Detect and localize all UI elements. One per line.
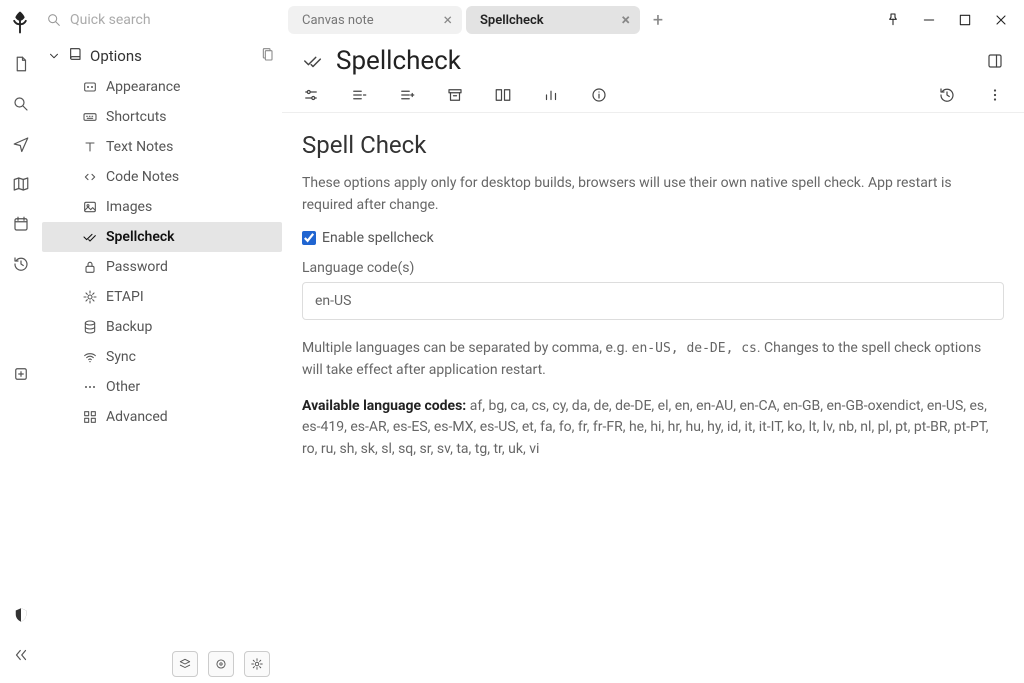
tree-item-images[interactable]: Images	[42, 192, 282, 222]
tree-item-label: Other	[106, 379, 140, 395]
book-open-icon[interactable]	[494, 86, 512, 104]
layers-icon[interactable]	[172, 651, 198, 677]
tree-item-backup[interactable]: Backup	[42, 312, 282, 342]
window-controls	[884, 11, 1024, 29]
tree-item-label: Password	[106, 259, 168, 275]
lock-icon	[82, 259, 98, 275]
tree-children: Appearance Shortcuts Text Notes Code Not…	[42, 72, 282, 432]
close-icon[interactable]: ×	[443, 12, 452, 28]
tree-item-label: Code Notes	[106, 169, 179, 185]
tab-bar: Canvas note × Spellcheck × +	[282, 0, 1024, 40]
history-icon[interactable]	[938, 86, 956, 104]
help-text: Multiple languages can be separated by c…	[302, 338, 1004, 381]
tree-parent-label: Options	[90, 47, 256, 65]
split-view-icon[interactable]	[986, 52, 1004, 70]
sliders-icon[interactable]	[302, 86, 320, 104]
add-tab-button[interactable]: +	[644, 10, 672, 31]
chart-icon[interactable]	[542, 86, 560, 104]
minimize-icon[interactable]	[920, 11, 938, 29]
sidebar-footer	[42, 645, 282, 683]
dots-icon	[82, 379, 98, 395]
info-icon[interactable]	[590, 86, 608, 104]
double-check-icon	[302, 50, 324, 72]
tree-parent-options[interactable]: Options	[42, 40, 260, 72]
language-codes-input[interactable]	[302, 282, 1004, 320]
create-child-note-icon[interactable]	[260, 46, 282, 66]
tree-item-etapi[interactable]: ETAPI	[42, 282, 282, 312]
tree-item-shortcuts[interactable]: Shortcuts	[42, 102, 282, 132]
list-minus-icon[interactable]	[350, 86, 368, 104]
tree-item-sync[interactable]: Sync	[42, 342, 282, 372]
text-icon	[82, 139, 98, 155]
archive-icon[interactable]	[446, 86, 464, 104]
grid-icon	[82, 409, 98, 425]
intro-text: These options apply only for desktop bui…	[302, 173, 1004, 216]
tab-spellcheck[interactable]: Spellcheck ×	[466, 6, 640, 34]
tree-item-label: Images	[106, 199, 152, 215]
chevron-down-icon	[46, 49, 62, 63]
search-input[interactable]	[70, 12, 272, 28]
note-toolbar	[282, 76, 1024, 113]
content: Spell Check These options apply only for…	[282, 113, 1024, 493]
tree-item-label: Text Notes	[106, 139, 173, 155]
tree-item-label: Spellcheck	[106, 229, 175, 245]
tree-item-text-notes[interactable]: Text Notes	[42, 132, 282, 162]
history-icon[interactable]	[1, 244, 41, 284]
image-icon	[82, 199, 98, 215]
sidebar: Options Appearance Shortcuts Text Notes …	[42, 0, 282, 683]
title-row: Spellcheck	[282, 40, 1024, 76]
plugins-icon[interactable]	[1, 354, 41, 394]
tree-item-password[interactable]: Password	[42, 252, 282, 282]
wifi-icon	[82, 349, 98, 365]
close-icon[interactable]: ×	[622, 12, 631, 28]
section-heading: Spell Check	[302, 131, 1004, 159]
search-icon[interactable]	[1, 84, 41, 124]
tree-item-label: Sync	[106, 349, 136, 365]
more-icon[interactable]	[986, 86, 1004, 104]
gear-icon[interactable]	[244, 651, 270, 677]
list-plus-icon[interactable]	[398, 86, 416, 104]
new-note-icon[interactable]	[1, 44, 41, 84]
maximize-icon[interactable]	[956, 11, 974, 29]
code-icon	[82, 169, 98, 185]
tree-item-code-notes[interactable]: Code Notes	[42, 162, 282, 192]
tree-item-appearance[interactable]: Appearance	[42, 72, 282, 102]
calendar-icon[interactable]	[1, 204, 41, 244]
double-check-icon	[82, 229, 98, 245]
database-icon	[82, 319, 98, 335]
send-icon[interactable]	[1, 124, 41, 164]
pin-icon[interactable]	[884, 11, 902, 29]
available-codes: Available language codes: af, bg, ca, cs…	[302, 396, 1004, 461]
tree-item-label: Shortcuts	[106, 109, 167, 125]
shield-icon[interactable]	[1, 595, 41, 635]
tab-canvas-note[interactable]: Canvas note ×	[288, 6, 462, 34]
tree-item-label: ETAPI	[106, 289, 144, 305]
main-area: Canvas note × Spellcheck × + Spellcheck	[282, 0, 1024, 683]
tree-item-advanced[interactable]: Advanced	[42, 402, 282, 432]
language-codes-label: Language code(s)	[302, 260, 1004, 276]
left-rail	[0, 0, 42, 683]
target-icon[interactable]	[208, 651, 234, 677]
close-window-icon[interactable]	[992, 11, 1010, 29]
tree-item-label: Advanced	[106, 409, 168, 425]
app-logo	[6, 8, 36, 38]
enable-spellcheck-input[interactable]	[302, 231, 316, 245]
page-title: Spellcheck	[336, 46, 461, 76]
map-icon[interactable]	[1, 164, 41, 204]
keyboard-icon	[82, 109, 98, 125]
tree-item-other[interactable]: Other	[42, 372, 282, 402]
tab-title: Spellcheck	[480, 13, 612, 28]
palette-icon	[82, 79, 98, 95]
collapse-sidebar-icon[interactable]	[1, 635, 41, 675]
tree-item-label: Appearance	[106, 79, 180, 95]
tree-item-label: Backup	[106, 319, 152, 335]
tree-item-spellcheck[interactable]: Spellcheck	[42, 222, 282, 252]
enable-spellcheck-checkbox[interactable]: Enable spellcheck	[302, 230, 1004, 246]
book-icon	[68, 46, 84, 66]
plugin-icon	[82, 289, 98, 305]
tab-title: Canvas note	[302, 13, 433, 28]
enable-spellcheck-label: Enable spellcheck	[322, 230, 434, 246]
quick-search[interactable]	[42, 6, 282, 34]
